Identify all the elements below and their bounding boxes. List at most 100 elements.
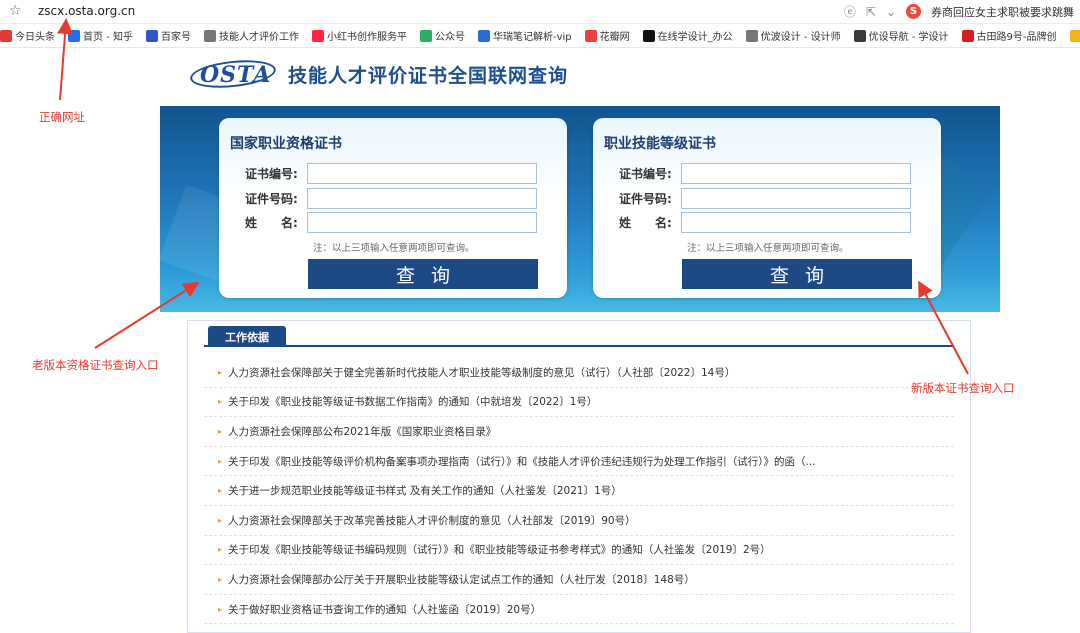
- huaban-icon: [584, 29, 597, 42]
- tab-work-basis[interactable]: 工作依据: [208, 326, 286, 347]
- list-item[interactable]: ▸ 人力资源社会保障部办公厅关于开展职业技能等级认定试点工作的通知（人社厅发〔20…: [204, 565, 954, 595]
- bookmark-star-icon[interactable]: ☆: [9, 3, 22, 19]
- xiaohongshu-icon: [311, 29, 324, 42]
- card-title: 职业技能等级证书: [604, 136, 716, 152]
- name-row: 姓 名:: [245, 212, 537, 233]
- bullet-icon: ▸: [218, 456, 223, 466]
- site-title: 技能人才评价证书全国联网查询: [288, 64, 569, 87]
- query-button[interactable]: 查询: [308, 259, 538, 289]
- bookmark-item[interactable]: 在线学设计_办公: [642, 28, 733, 43]
- query-button[interactable]: 查询: [682, 259, 912, 289]
- osta-logo[interactable]: OSTA: [188, 56, 278, 92]
- cert-number-label: 证书编号:: [245, 167, 298, 181]
- bookmark-item[interactable]: 优设导航 - 学设计: [853, 28, 949, 43]
- list-item[interactable]: ▸ 关于印发《职业技能等级证书数据工作指南》的通知（中就培发〔2022〕1号）: [204, 388, 954, 418]
- id-number-input[interactable]: [307, 188, 537, 209]
- bookmark-label: 花瓣网: [599, 32, 630, 43]
- document-link[interactable]: 人力资源社会保障部公布2021年版《国家职业资格目录》: [228, 424, 496, 439]
- wechat-icon: [419, 29, 432, 42]
- bookmark-item[interactable]: 公众号: [419, 28, 465, 43]
- bookmark-label: 百家号: [160, 32, 191, 43]
- cert-number-input[interactable]: [681, 163, 911, 184]
- globe-icon: [745, 29, 758, 42]
- list-item[interactable]: ▸ 人力资源社会保障部公布2021年版《国家职业资格目录》: [204, 417, 954, 447]
- list-item[interactable]: ▸ 关于做好职业资格证书查询工作的通知（人社鉴函〔2019〕20号）: [204, 595, 954, 625]
- name-label: 姓 名:: [619, 216, 672, 230]
- name-input[interactable]: [681, 212, 911, 233]
- bookmark-item[interactable]: 技能人才评价工作: [203, 28, 299, 43]
- card-title: 国家职业资格证书: [230, 136, 342, 152]
- site-header: OSTA 技能人才评价证书全国联网查询: [188, 56, 569, 92]
- name-input[interactable]: [307, 212, 537, 233]
- bookmark-label: 华瑞笔记解析-vip: [492, 32, 572, 43]
- bookmark-label: 首页 - 知乎: [83, 32, 133, 43]
- name-row: 姓 名:: [619, 212, 911, 233]
- document-link[interactable]: 关于印发《职业技能等级证书编码规则（试行）》和《职业技能等级证书参考样式》的通知…: [228, 542, 771, 557]
- bookmark-item[interactable]: 百家号: [145, 28, 191, 43]
- huarui-icon: [477, 29, 490, 42]
- tab-strip: 工作依据: [204, 325, 954, 347]
- list-item[interactable]: ▸ 关于印发《职业技能等级评价机构备案事项办理指南（试行）》和《技能人才评价违纪违…: [204, 447, 954, 477]
- search-engine-icon[interactable]: S: [906, 4, 921, 19]
- cert-number-label: 证书编号:: [619, 167, 672, 181]
- bookmark-label: 小红书创作服务平: [326, 32, 407, 43]
- annotation-new-entry: 新版本证书查询入口: [911, 381, 1015, 395]
- bullet-icon: ▸: [218, 397, 223, 407]
- browser-toolbar-right: ⓔ ⇱ ⌄ S 券商回应女主求职被要求跳舞: [844, 3, 1074, 20]
- document-link[interactable]: 关于印发《职业技能等级评价机构备案事项办理指南（试行）》和《技能人才评价违纪违规…: [228, 454, 816, 469]
- reading-mode-icon[interactable]: ⓔ: [844, 3, 856, 20]
- bookmark-item[interactable]: 优波设计 - 设计师: [745, 28, 841, 43]
- document-link[interactable]: 关于进一步规范职业技能等级证书样式 及有关工作的通知（人社鉴发〔2021〕1号）: [228, 483, 622, 498]
- toutiao-icon: [0, 29, 12, 42]
- bullet-icon: ▸: [218, 486, 223, 496]
- url-text[interactable]: zscx.osta.org.cn: [38, 4, 135, 18]
- hot-search-text[interactable]: 券商回应女主求职被要求跳舞: [931, 4, 1074, 20]
- id-number-label: 证件号码:: [619, 192, 672, 206]
- name-label: 姓 名:: [245, 216, 298, 230]
- annotation-correct-url: 正确网址: [39, 110, 85, 124]
- document-link[interactable]: 人力资源社会保障部关于健全完善新时代技能人才职业技能等级制度的意见（试行）（人社…: [228, 365, 735, 380]
- globe-icon: [203, 29, 216, 42]
- old-certificate-query-card: 国家职业资格证书 证书编号: 证件号码: 姓 名: 注：以上三项输入任意两项即可…: [219, 118, 567, 298]
- bookmark-item[interactable]: 古田路9号-品牌创: [961, 28, 1057, 43]
- bookmark-item[interactable]: 花瓣网: [584, 28, 630, 43]
- document-link[interactable]: 人力资源社会保障部关于改革完善技能人才评价制度的意见（人社部发〔2019〕90号…: [228, 513, 636, 528]
- list-item[interactable]: ▸ 人力资源社会保障部关于健全完善新时代技能人才职业技能等级制度的意见（试行）（人…: [204, 358, 954, 388]
- document-list: ▸ 人力资源社会保障部关于健全完善新时代技能人才职业技能等级制度的意见（试行）（人…: [204, 358, 954, 625]
- document-link[interactable]: 关于印发《职业技能等级证书数据工作指南》的通知（中就培发〔2022〕1号）: [228, 394, 597, 409]
- list-item[interactable]: ▸ 关于进一步规范职业技能等级证书样式 及有关工作的通知（人社鉴发〔2021〕1号…: [204, 476, 954, 506]
- baijiahao-icon: [145, 29, 158, 42]
- share-icon[interactable]: ⇱: [866, 5, 876, 19]
- uisdc-icon: [853, 29, 866, 42]
- bookmark-item[interactable]: 今日头条: [0, 28, 55, 43]
- bookmark-label: 今日头条: [15, 32, 55, 43]
- bullet-icon: ▸: [218, 426, 223, 436]
- bookmark-label: 技能人才评价工作: [218, 32, 299, 43]
- gtn9-icon: [961, 29, 974, 42]
- id-number-row: 证件号码:: [619, 188, 911, 209]
- bookmarks-bar: 今日头条 首页 - 知乎 百家号 技能人才评价工作 小红书创作服务平 公众号 华瑞笔记解析-…: [0, 24, 1080, 48]
- danchao-icon: [1069, 29, 1080, 42]
- bookmark-item[interactable]: 华瑞笔记解析-vip: [477, 28, 572, 43]
- bookmark-label: 古田路9号-品牌创: [976, 32, 1057, 43]
- list-item[interactable]: ▸ 人力资源社会保障部关于改革完善技能人才评价制度的意见（人社部发〔2019〕90…: [204, 506, 954, 536]
- logo-text: OSTA: [200, 62, 272, 88]
- chevron-down-icon[interactable]: ⌄: [886, 5, 896, 19]
- new-certificate-query-card: 职业技能等级证书 证书编号: 证件号码: 姓 名: 注：以上三项输入任意两项即可…: [593, 118, 941, 298]
- bookmark-item[interactable]: 蛋巢网 - 可商用免: [1069, 28, 1080, 43]
- document-link[interactable]: 关于做好职业资格证书查询工作的通知（人社鉴函〔2019〕20号）: [228, 602, 541, 617]
- zhihu-icon: [68, 29, 80, 42]
- bookmark-item[interactable]: 首页 - 知乎: [68, 28, 133, 43]
- bullet-icon: ▸: [218, 545, 223, 555]
- bookmark-label: 在线学设计_办公: [657, 32, 733, 43]
- cert-number-input[interactable]: [307, 163, 537, 184]
- bookmark-label: 公众号: [434, 32, 465, 43]
- list-item[interactable]: ▸ 关于印发《职业技能等级证书编码规则（试行）》和《职业技能等级证书参考样式》的通…: [204, 536, 954, 566]
- document-link[interactable]: 人力资源社会保障部办公厅关于开展职业技能等级认定试点工作的通知（人社厅发〔201…: [228, 572, 695, 587]
- query-note: 注：以上三项输入任意两项即可查询。: [313, 243, 475, 254]
- bookmark-item[interactable]: 小红书创作服务平: [311, 28, 407, 43]
- cert-number-row: 证书编号:: [245, 163, 537, 184]
- id-number-input[interactable]: [681, 188, 911, 209]
- work-basis-panel: 工作依据 ▸ 人力资源社会保障部关于健全完善新时代技能人才职业技能等级制度的意见（…: [187, 320, 971, 633]
- cert-number-row: 证书编号:: [619, 163, 911, 184]
